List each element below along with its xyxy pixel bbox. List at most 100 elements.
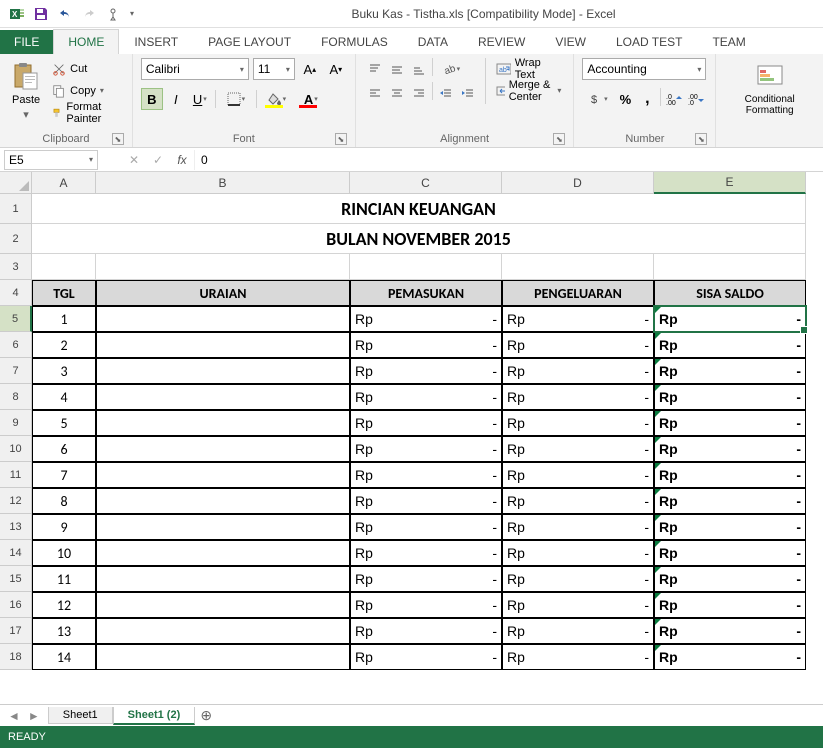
row-header[interactable]: 5 (0, 306, 32, 332)
align-center-button[interactable] (386, 82, 408, 104)
grow-font-button[interactable]: A▴ (299, 58, 321, 80)
cell[interactable]: 8 (32, 488, 96, 514)
align-bottom-button[interactable] (408, 58, 430, 80)
cell[interactable]: 5 (32, 410, 96, 436)
cell[interactable]: Rp- (350, 410, 502, 436)
cell[interactable]: Rp- (502, 566, 654, 592)
align-left-button[interactable] (364, 82, 386, 104)
row-header[interactable]: 14 (0, 540, 32, 566)
cell[interactable] (96, 436, 350, 462)
row-header[interactable]: 7 (0, 358, 32, 384)
tab-review[interactable]: REVIEW (463, 29, 540, 54)
cell[interactable]: Rp- (350, 436, 502, 462)
cell[interactable]: Rp- (502, 332, 654, 358)
cell[interactable] (96, 306, 350, 332)
comma-button[interactable]: , (636, 88, 658, 110)
save-icon[interactable] (30, 3, 52, 25)
cell[interactable]: Rp- (350, 592, 502, 618)
cut-button[interactable]: Cut (48, 58, 124, 79)
col-header-a[interactable]: A (32, 172, 96, 194)
cell[interactable]: Rp- (654, 592, 806, 618)
number-dialog-launcher[interactable]: ⬊ (695, 133, 707, 145)
cell[interactable]: Rp- (350, 566, 502, 592)
row-header[interactable]: 8 (0, 384, 32, 410)
cancel-formula-button[interactable]: ✕ (122, 150, 146, 170)
borders-button[interactable]: ▾ (220, 88, 252, 110)
cell[interactable]: 6 (32, 436, 96, 462)
cell[interactable]: Rp- (654, 540, 806, 566)
name-box[interactable]: E5▾ (4, 150, 98, 170)
format-painter-button[interactable]: Format Painter (48, 102, 124, 123)
cell[interactable]: Rp- (350, 332, 502, 358)
cell-header-sisa[interactable]: SISA SALDO (654, 280, 806, 306)
decrease-decimal-button[interactable]: .00.0 (685, 88, 707, 110)
conditional-formatting-button[interactable]: Conditional Formatting (724, 58, 815, 118)
cell[interactable]: 10 (32, 540, 96, 566)
cell[interactable]: 1 (32, 306, 96, 332)
enter-formula-button[interactable]: ✓ (146, 150, 170, 170)
alignment-dialog-launcher[interactable]: ⬊ (553, 133, 565, 145)
cell[interactable] (96, 644, 350, 670)
cell[interactable] (96, 332, 350, 358)
sheet-next-button[interactable]: ► (28, 709, 40, 723)
sheet-tab-2[interactable]: Sheet1 (2) (113, 707, 196, 725)
accounting-format-button[interactable]: $▾ (582, 88, 614, 110)
cell[interactable]: 12 (32, 592, 96, 618)
cell[interactable]: Rp- (502, 384, 654, 410)
cell[interactable]: Rp- (654, 436, 806, 462)
cell[interactable]: Rp- (350, 384, 502, 410)
cell[interactable]: Rp- (502, 358, 654, 384)
col-header-c[interactable]: C (350, 172, 502, 194)
cell[interactable]: Rp- (350, 488, 502, 514)
tab-file[interactable]: FILE (0, 30, 53, 54)
font-dialog-launcher[interactable]: ⬊ (335, 133, 347, 145)
cell[interactable]: Rp- (654, 332, 806, 358)
cell[interactable]: Rp- (654, 410, 806, 436)
increase-indent-button[interactable] (457, 82, 479, 104)
clipboard-dialog-launcher[interactable]: ⬊ (112, 133, 124, 145)
cell[interactable]: Rp- (654, 644, 806, 670)
font-size-select[interactable]: 11▾ (253, 58, 295, 80)
row-header[interactable]: 15 (0, 566, 32, 592)
cell[interactable]: Rp- (502, 644, 654, 670)
col-header-b[interactable]: B (96, 172, 350, 194)
undo-icon[interactable] (54, 3, 76, 25)
merge-center-button[interactable]: Merge & Center▾ (492, 80, 566, 101)
tab-home[interactable]: HOME (53, 29, 119, 54)
cell-title2[interactable]: BULAN NOVEMBER 2015 (32, 224, 806, 254)
cell[interactable] (654, 254, 806, 280)
cell[interactable]: Rp- (654, 514, 806, 540)
cell-header-pengeluaran[interactable]: PENGELUARAN (502, 280, 654, 306)
paste-button[interactable]: Paste ▾ (8, 58, 44, 123)
bold-button[interactable]: B (141, 88, 163, 110)
percent-button[interactable]: % (614, 88, 636, 110)
fill-color-button[interactable]: ▾ (261, 88, 293, 110)
cell[interactable]: 4 (32, 384, 96, 410)
cell[interactable]: 3 (32, 358, 96, 384)
cell[interactable] (96, 254, 350, 280)
row-header[interactable]: 10 (0, 436, 32, 462)
cell[interactable] (96, 592, 350, 618)
cell[interactable]: Rp- (654, 358, 806, 384)
decrease-indent-button[interactable] (435, 82, 457, 104)
cell[interactable]: Rp- (350, 358, 502, 384)
cell[interactable]: 2 (32, 332, 96, 358)
cell[interactable]: 13 (32, 618, 96, 644)
cell[interactable]: Rp- (654, 618, 806, 644)
tab-team[interactable]: TEAM (697, 29, 760, 54)
cell-header-tgl[interactable]: TGL (32, 280, 96, 306)
cell[interactable]: 9 (32, 514, 96, 540)
tab-load-test[interactable]: LOAD TEST (601, 29, 697, 54)
cell[interactable]: Rp- (654, 566, 806, 592)
cell[interactable]: 11 (32, 566, 96, 592)
cell[interactable]: Rp- (350, 514, 502, 540)
cell[interactable]: Rp- (654, 306, 806, 332)
cell[interactable] (96, 384, 350, 410)
col-header-e[interactable]: E (654, 172, 806, 194)
cell-title1[interactable]: RINCIAN KEUANGAN (32, 194, 806, 224)
cell[interactable]: Rp- (654, 384, 806, 410)
cell[interactable]: Rp- (502, 618, 654, 644)
tab-data[interactable]: DATA (403, 29, 463, 54)
wrap-text-button[interactable]: abWrap Text (492, 58, 566, 79)
sheet-prev-button[interactable]: ◄ (8, 709, 20, 723)
